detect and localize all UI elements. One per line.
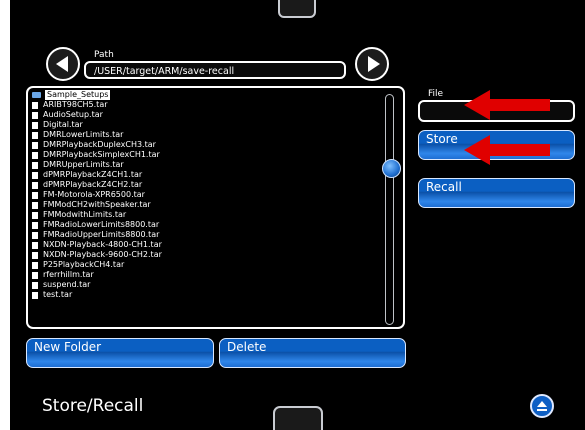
bottom-tab-handle[interactable]: [273, 406, 323, 430]
file-row[interactable]: ARIBT98CH5.tar: [32, 100, 372, 110]
file-row[interactable]: DMRPlaybackDuplexCH3.tar: [32, 140, 372, 150]
file-icon: [32, 121, 38, 129]
file-row[interactable]: FMModwithLimits.tar: [32, 210, 372, 220]
file-name: test.tar: [43, 290, 73, 299]
menu-toggle-button[interactable]: [530, 394, 554, 418]
file-name: Sample_Setups: [45, 90, 111, 100]
file-icon: [32, 181, 38, 189]
back-arrow-button[interactable]: [46, 47, 80, 81]
scrollbar-thumb[interactable]: [382, 159, 401, 178]
file-icon: [32, 221, 38, 229]
file-row[interactable]: Digital.tar: [32, 120, 372, 130]
left-arrow-icon: [55, 56, 68, 72]
file-row[interactable]: NXDN-Playback-9600-CH2.tar: [32, 250, 372, 260]
file-name: NXDN-Playback-9600-CH2.tar: [43, 250, 162, 259]
file-icon: [32, 231, 38, 239]
file-icon: [32, 151, 38, 159]
delete-button[interactable]: Delete: [219, 338, 406, 368]
file-name: FMModCH2withSpeaker.tar: [43, 200, 151, 209]
file-name: DMRPlaybackSimplexCH1.tar: [43, 150, 160, 159]
file-name: DMRLowerLimits.tar: [43, 130, 124, 139]
file-name: FMModwithLimits.tar: [43, 210, 127, 219]
file-row[interactable]: DMRLowerLimits.tar: [32, 130, 372, 140]
file-icon: [32, 141, 38, 149]
file-name: FM-Motorola-XPR6500.tar: [43, 190, 145, 199]
file-icon: [32, 211, 38, 219]
file-row[interactable]: AudioSetup.tar: [32, 110, 372, 120]
file-list-box: Sample_Setups ARIBT98CH5.tar AudioSetup.ta…: [26, 86, 405, 329]
file-row[interactable]: FM-Motorola-XPR6500.tar: [32, 190, 372, 200]
file-icon: [32, 201, 38, 209]
file-row[interactable]: DMRPlaybackSimplexCH1.tar: [32, 150, 372, 160]
file-row[interactable]: P25PlaybackCH4.tar: [32, 260, 372, 270]
recall-button[interactable]: Recall: [418, 178, 575, 208]
file-row[interactable]: DMRUpperLimits.tar: [32, 160, 372, 170]
file-icon: [32, 191, 38, 199]
file-row[interactable]: test.tar: [32, 290, 372, 300]
right-arrow-icon: [367, 56, 380, 72]
scrollbar-track[interactable]: [385, 94, 394, 325]
file-icon: [32, 251, 38, 259]
file-row[interactable]: FMRadioLowerLimits8800.tar: [32, 220, 372, 230]
file-icon: [32, 291, 38, 299]
file-icon: [32, 281, 38, 289]
file-icon: [32, 271, 38, 279]
file-name: FMRadioLowerLimits8800.tar: [43, 220, 160, 229]
folder-icon: [32, 92, 41, 98]
file-name: suspend.tar: [43, 280, 91, 289]
file-name: AudioSetup.tar: [43, 110, 103, 119]
new-folder-button[interactable]: New Folder: [26, 338, 214, 368]
file-name: Digital.tar: [43, 120, 83, 129]
file-icon: [32, 171, 38, 179]
file-icon: [32, 241, 38, 249]
file-icon: [32, 261, 38, 269]
top-tab-handle[interactable]: [278, 0, 316, 18]
path-label: Path: [94, 50, 114, 60]
file-name: rferrhillm.tar: [43, 270, 94, 279]
file-icon: [32, 101, 38, 109]
file-name: P25PlaybackCH4.tar: [43, 260, 125, 269]
file-name: DMRUpperLimits.tar: [43, 160, 124, 169]
forward-arrow-button[interactable]: [355, 47, 389, 81]
file-icon: [32, 111, 38, 119]
file-list: Sample_Setups ARIBT98CH5.tar AudioSetup.ta…: [32, 90, 372, 300]
file-icon: [32, 131, 38, 139]
file-row[interactable]: rferrhillm.tar: [32, 270, 372, 280]
file-label: File: [428, 89, 444, 99]
file-name: NXDN-Playback-4800-CH1.tar: [43, 240, 162, 249]
file-name: dPMRPlaybackZ4CH1.tar: [43, 170, 143, 179]
file-row[interactable]: FMRadioUpperLimits8800.tar: [32, 230, 372, 240]
file-icon: [32, 161, 38, 169]
file-row[interactable]: dPMRPlaybackZ4CH2.tar: [32, 180, 372, 190]
eject-icon: [537, 401, 547, 411]
file-name: DMRPlaybackDuplexCH3.tar: [43, 140, 156, 149]
file-row[interactable]: NXDN-Playback-4800-CH1.tar: [32, 240, 372, 250]
file-row[interactable]: FMModCH2withSpeaker.tar: [32, 200, 372, 210]
red-arrow-annotation-file: [464, 90, 550, 120]
screen: Path /USER/target/ARM/save-recall Sample…: [10, 0, 585, 430]
page-title: Store/Recall: [42, 396, 144, 416]
red-arrow-annotation-store: [464, 135, 550, 165]
file-name: FMRadioUpperLimits8800.tar: [43, 230, 160, 239]
file-name: ARIBT98CH5.tar: [43, 100, 108, 109]
file-row[interactable]: dPMRPlaybackZ4CH1.tar: [32, 170, 372, 180]
folder-row[interactable]: Sample_Setups: [32, 90, 372, 100]
path-field[interactable]: /USER/target/ARM/save-recall: [84, 61, 346, 79]
file-name: dPMRPlaybackZ4CH2.tar: [43, 180, 143, 189]
file-row[interactable]: suspend.tar: [32, 280, 372, 290]
